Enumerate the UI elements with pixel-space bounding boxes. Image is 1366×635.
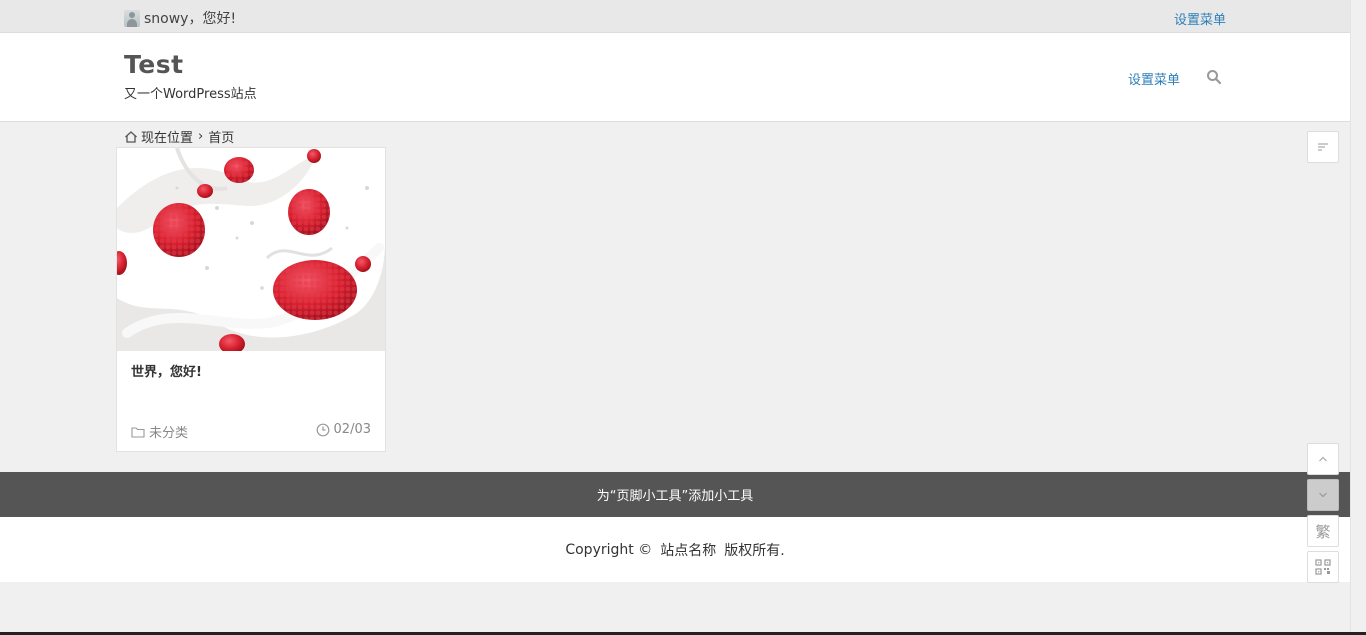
copyright-text: Copyright © [565, 541, 653, 558]
scroll-bottom-button[interactable] [1307, 479, 1339, 511]
site-name-link[interactable]: 站点名称 [660, 540, 716, 560]
traditional-chinese-button[interactable]: 繁 [1307, 515, 1339, 547]
site-title[interactable]: Test [124, 50, 184, 79]
qrcode-icon [1315, 559, 1331, 575]
sort-lines-icon [1318, 143, 1328, 151]
scroll-top-button[interactable] [1307, 443, 1339, 475]
post-card[interactable]: 世界，您好! 未分类 02/03 [116, 147, 386, 452]
user-greeting[interactable]: snowy，您好! [124, 8, 236, 28]
clock-icon [316, 423, 329, 436]
greeting-text: snowy，您好! [144, 11, 237, 27]
folder-icon [131, 426, 145, 438]
page-scrollbar[interactable] [1350, 0, 1366, 635]
sort-toggle-button[interactable] [1307, 131, 1339, 163]
chevron-down-icon [1319, 492, 1327, 498]
footer-copyright: Copyright © 站点名称 版权所有. [0, 517, 1350, 582]
site-description: 又一个WordPress站点 [124, 87, 257, 102]
post-date: 02/03 [316, 422, 371, 437]
footer-widget-area: 为“页脚小工具”添加小工具 [0, 472, 1350, 517]
post-category[interactable]: 未分类 [131, 422, 188, 441]
search-icon[interactable] [1206, 69, 1222, 85]
site-header: Test 又一个WordPress站点 设置菜单 [0, 33, 1350, 122]
footer-widget-hint[interactable]: 为“页脚小工具”添加小工具 [597, 485, 753, 504]
post-thumbnail[interactable] [117, 148, 385, 351]
top-menu-link[interactable]: 设置菜单 [1174, 9, 1226, 28]
post-date-label: 02/03 [333, 422, 371, 437]
avatar [124, 9, 140, 27]
top-bar: snowy，您好! 设置菜单 [0, 0, 1350, 33]
main-menu-link[interactable]: 设置菜单 [1128, 69, 1180, 88]
post-category-label: 未分类 [149, 426, 189, 441]
breadcrumb-current[interactable]: 首页 [208, 127, 234, 146]
traditional-chinese-label: 繁 [1315, 522, 1331, 541]
chevron-up-icon [1319, 456, 1327, 462]
breadcrumb: 现在位置 › 首页 [124, 127, 234, 146]
qrcode-button[interactable] [1307, 551, 1339, 583]
breadcrumb-prefix: 现在位置 [141, 131, 194, 146]
rights-text: 版权所有. [724, 542, 785, 559]
breadcrumb-separator: › [198, 129, 204, 144]
post-title[interactable]: 世界，您好! [131, 361, 202, 380]
home-icon[interactable] [124, 130, 138, 144]
